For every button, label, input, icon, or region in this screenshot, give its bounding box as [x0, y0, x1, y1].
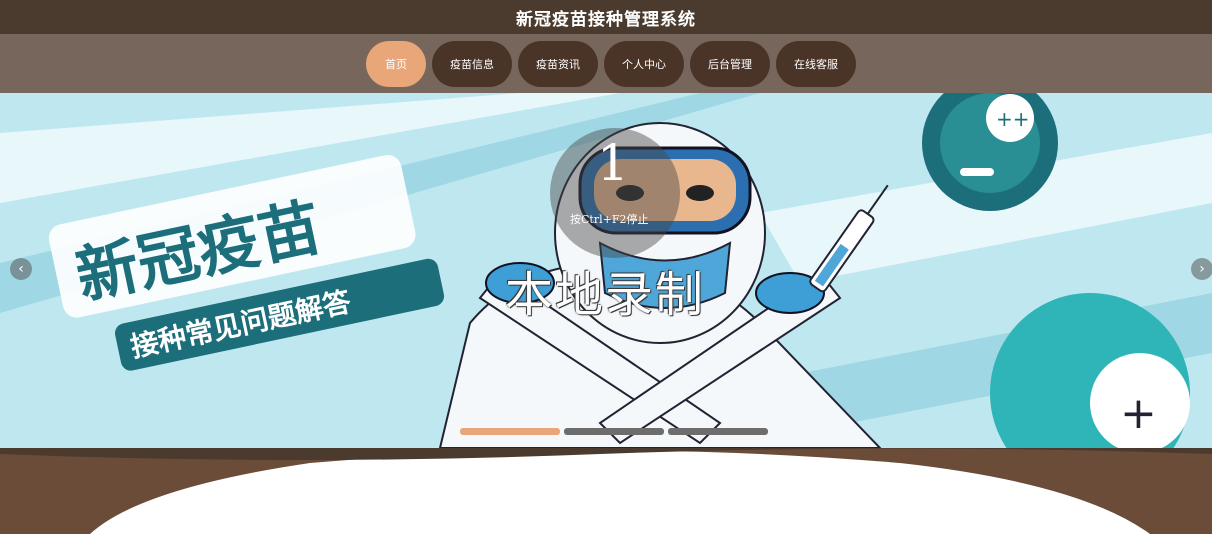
main-nav: 首页 疫苗信息 疫苗资讯 个人中心 后台管理 在线客服 — [0, 34, 1212, 93]
nav-item-vaccine-news[interactable]: 疫苗资讯 — [518, 40, 598, 87]
chevron-left-icon: ‹ — [18, 261, 24, 277]
footer-wave-decoration — [0, 448, 1212, 534]
carousel-indicator-2[interactable] — [564, 428, 664, 435]
recording-hint: 按Ctrl+F2停止 — [570, 213, 649, 226]
carousel-indicators — [460, 428, 768, 435]
nav-item-admin[interactable]: 后台管理 — [690, 40, 770, 87]
recording-title: 本地录制 — [505, 267, 706, 323]
site-title: 新冠疫苗接种管理系统 — [516, 9, 696, 30]
nav-item-home[interactable]: 首页 — [366, 40, 426, 87]
banner-carousel[interactable]: 新冠疫苗 接种常见问题解答 ++ + 1 按Ctrl+F2停止 本地录制 — [0, 93, 1212, 448]
svg-text:++: ++ — [996, 107, 1030, 131]
nav-item-online-service[interactable]: 在线客服 — [776, 40, 856, 87]
recording-countdown: 1 — [597, 134, 629, 192]
chevron-right-icon: › — [1199, 261, 1205, 277]
carousel-prev-button[interactable]: ‹ — [10, 258, 32, 280]
svg-text:+: + — [1120, 388, 1157, 439]
carousel-indicator-3[interactable] — [668, 428, 768, 435]
carousel-next-button[interactable]: › — [1191, 258, 1212, 280]
nav-item-vaccine-info[interactable]: 疫苗信息 — [432, 40, 512, 87]
site-header: 新冠疫苗接种管理系统 — [0, 0, 1212, 34]
carousel-indicator-1[interactable] — [460, 428, 560, 435]
nav-item-personal-center[interactable]: 个人中心 — [604, 40, 684, 87]
